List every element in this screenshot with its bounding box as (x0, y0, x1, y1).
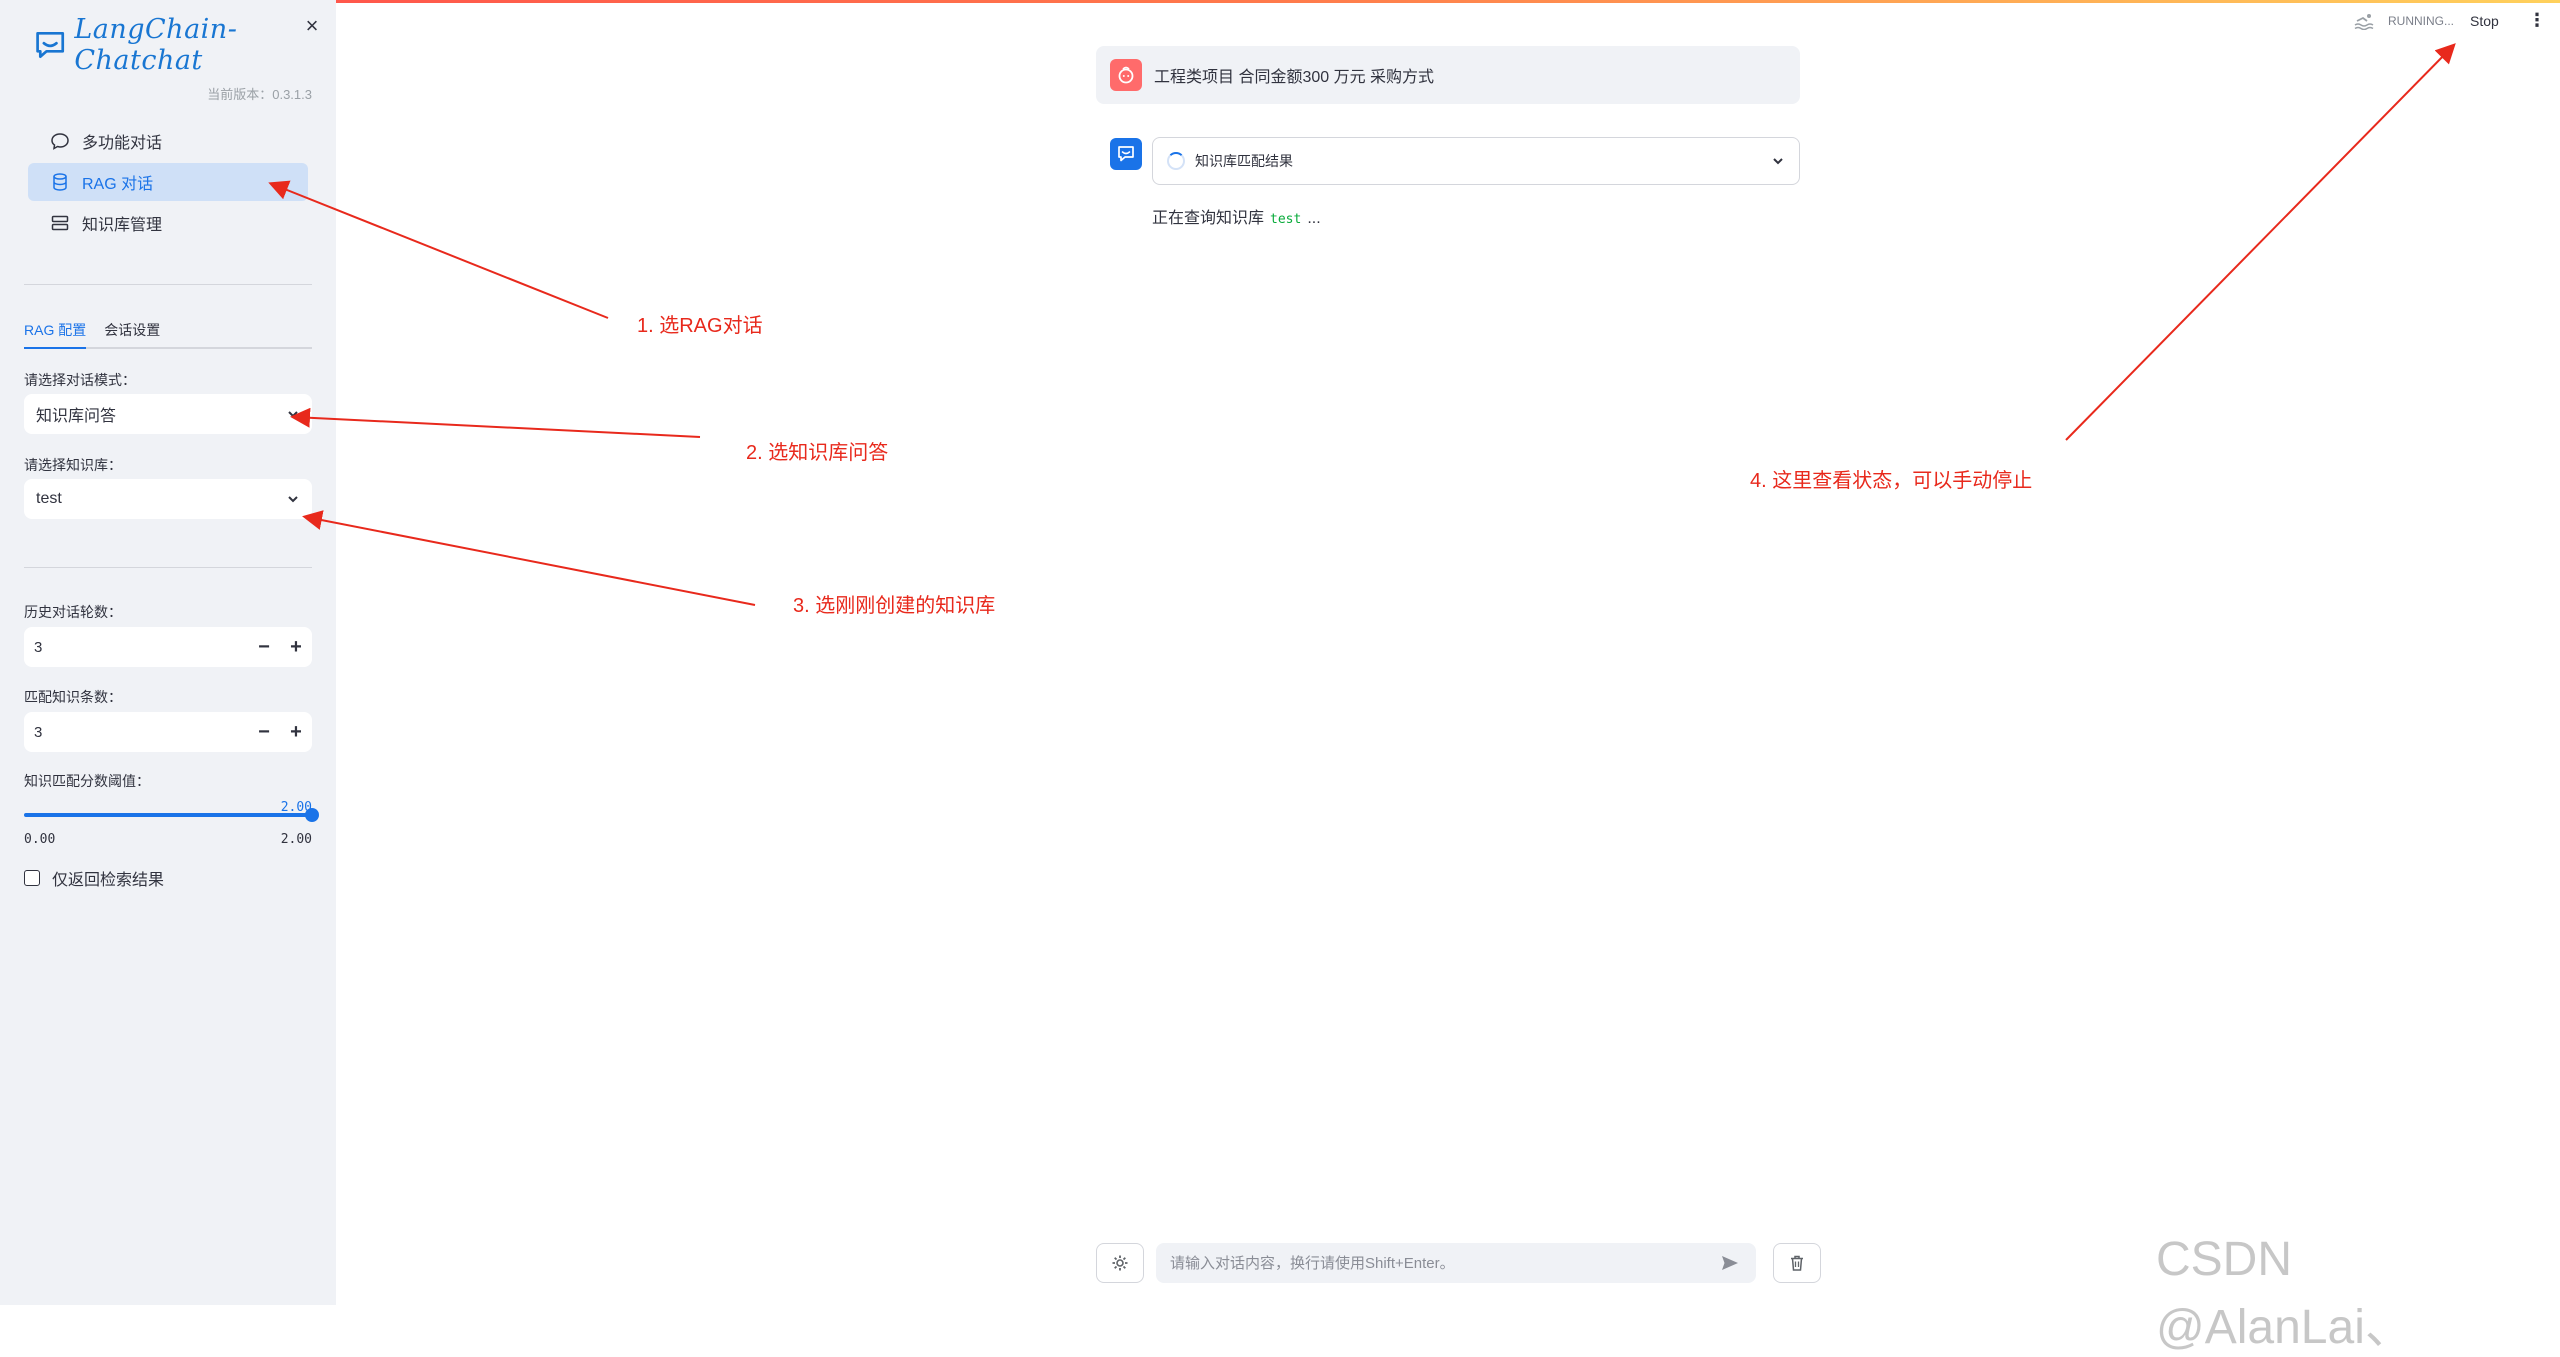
threshold-min: 0.00 (24, 832, 56, 847)
nav-item-label: RAG 对话 (82, 176, 154, 193)
threshold-slider[interactable]: 2.00 0.00 2.00 (24, 800, 319, 860)
mode-select-value: 知识库问答 (36, 408, 117, 425)
chevron-down-icon (1773, 158, 1783, 165)
threshold-max: 2.00 (280, 832, 312, 847)
database-icon (53, 173, 67, 191)
nav-item-label: 知识库管理 (82, 217, 163, 234)
decrement-button[interactable]: − (248, 712, 280, 752)
app-name: LangChain-Chatchat (74, 14, 238, 76)
decrement-button[interactable]: − (248, 627, 280, 667)
kb-results-expander[interactable]: 知识库匹配结果 (1152, 137, 1800, 185)
chat-input[interactable] (1168, 1253, 1716, 1273)
send-button[interactable] (1716, 1249, 1744, 1277)
history-label: 历史对话轮数： (24, 604, 122, 620)
kb-select-value: test (36, 490, 62, 507)
sidebar-divider (24, 567, 312, 568)
inline-code: test (1270, 212, 1302, 227)
server-stack-icon (51, 215, 69, 231)
gear-icon (1112, 1255, 1128, 1271)
assistant-avatar (1110, 138, 1142, 170)
stop-button[interactable]: Stop (2470, 13, 2499, 29)
retrieval-only-checkbox[interactable]: 仅返回检索结果 (24, 866, 164, 890)
mode-select[interactable]: 知识库问答 (24, 394, 312, 434)
chat-settings-button[interactable] (1096, 1243, 1144, 1283)
annotation-step-4: 4. 这里查看状态，可以手动停止 (1750, 470, 2033, 492)
increment-button[interactable]: + (280, 627, 312, 667)
sidebar: × LangChain-Chatchat 当前版本：0.3.1.3 多功能对话 … (0, 0, 336, 1305)
top-decoration-bar (0, 0, 2560, 3)
clear-history-button[interactable] (1773, 1243, 1821, 1283)
kb-label: 请选择知识库： (24, 457, 122, 473)
trash-icon (1791, 1255, 1803, 1271)
mode-label: 请选择对话模式： (24, 372, 136, 388)
annotation-arrow-3 (302, 510, 756, 606)
main-menu-icon[interactable]: ⋮ (2528, 10, 2546, 31)
checkbox-box[interactable] (24, 870, 40, 886)
annotation-arrow-2 (290, 407, 701, 438)
expander-title: 知识库匹配结果 (1195, 153, 1293, 169)
match-count-label: 匹配知识条数： (24, 689, 122, 705)
nav-item-label: 多功能对话 (82, 135, 163, 152)
version-label: 当前版本：0.3.1.3 (207, 87, 312, 102)
loading-spinner-icon (1167, 152, 1185, 170)
app-logo: LangChain-Chatchat (34, 14, 336, 76)
chevron-down-icon (288, 496, 298, 503)
threshold-label: 知识匹配分数阈值： (24, 773, 150, 789)
assistant-message: 正在查询知识库 test ... (1152, 204, 1321, 228)
match-count-value[interactable]: 3 (24, 724, 248, 741)
swimmer-icon (2354, 14, 2374, 30)
increment-button[interactable]: + (280, 712, 312, 752)
annotation-step-3: 3. 选刚刚创建的知识库 (793, 595, 996, 617)
history-stepper[interactable]: 3 − + (24, 627, 312, 667)
annotation-arrows (268, 43, 2456, 606)
chevron-down-icon (288, 411, 298, 418)
match-count-stepper[interactable]: 3 − + (24, 712, 312, 752)
assistant-text: 正在查询知识库 (1152, 210, 1265, 227)
checkbox-label: 仅返回检索结果 (52, 872, 165, 889)
user-face-icon (1118, 66, 1134, 84)
kb-select[interactable]: test (24, 479, 312, 519)
status-text: RUNNING... (2388, 14, 2454, 28)
assistant-ellipsis: ... (1307, 210, 1321, 227)
annotation-arrow-4 (2065, 43, 2456, 441)
user-avatar (1110, 59, 1142, 91)
send-icon (1722, 1256, 1738, 1270)
nav-item-rag-chat[interactable]: RAG 对话 (28, 163, 308, 201)
tab-session-settings[interactable]: 会话设置 (104, 316, 160, 347)
chat-logo-icon (36, 31, 65, 59)
running-status: RUNNING... (2354, 12, 2454, 30)
sidebar-divider (24, 284, 312, 285)
slider-track[interactable] (24, 813, 312, 817)
history-value[interactable]: 3 (24, 639, 248, 656)
config-tabs: RAG 配置 会话设置 (24, 316, 312, 349)
chat-input-box (1156, 1243, 1756, 1283)
nav-item-multi-chat[interactable]: 多功能对话 (28, 122, 308, 160)
annotation-step-1: 1. 选RAG对话 (637, 315, 763, 337)
user-message: 工程类项目 合同金额300 万元 采购方式 (1096, 46, 1800, 104)
sidebar-nav: 多功能对话 RAG 对话 知识库管理 (28, 122, 308, 245)
bot-chat-icon (1118, 146, 1134, 162)
tab-rag-config[interactable]: RAG 配置 (24, 316, 87, 349)
slider-thumb[interactable] (305, 808, 319, 822)
user-message-text: 工程类项目 合同金额300 万元 采购方式 (1154, 69, 1435, 86)
annotation-step-2: 2. 选知识库问答 (746, 442, 889, 464)
watermark: CSDN @AlanLai、 (2156, 1233, 2413, 1354)
chat-bubble-icon (51, 133, 69, 150)
nav-item-kb-manage[interactable]: 知识库管理 (28, 204, 308, 242)
